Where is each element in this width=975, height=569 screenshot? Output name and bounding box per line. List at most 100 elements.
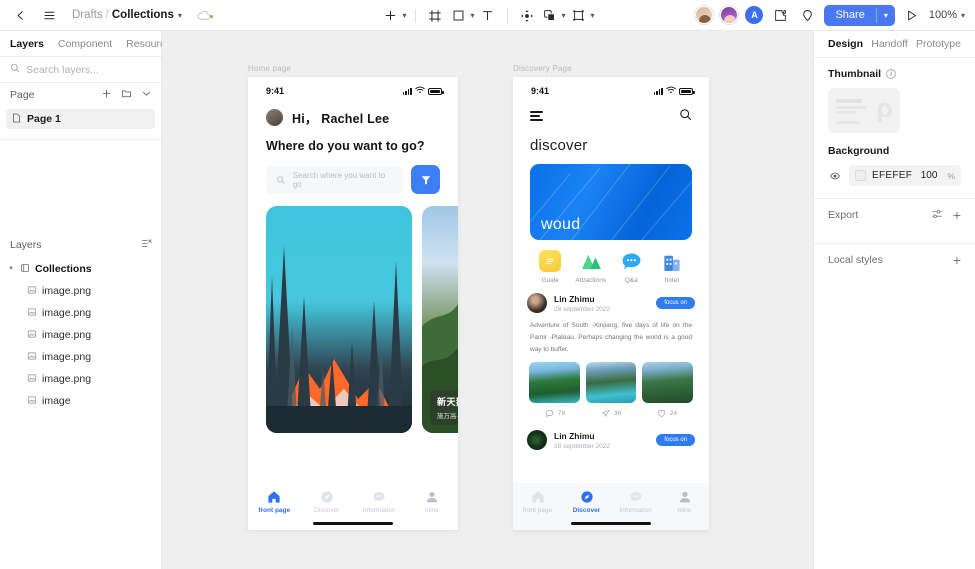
hamburger-menu-icon[interactable]: [530, 111, 543, 121]
breadcrumb-collection[interactable]: Collections: [112, 9, 174, 21]
tab-front-page[interactable]: front page: [248, 489, 301, 514]
frame-label-discovery[interactable]: Discovery Page: [513, 64, 572, 73]
hamburger-menu-icon[interactable]: [39, 5, 59, 25]
info-icon[interactable]: i: [886, 69, 897, 79]
opacity-value[interactable]: 100: [921, 170, 938, 181]
tab-mine[interactable]: mine: [660, 489, 709, 514]
layer-row[interactable]: image: [0, 390, 161, 412]
color-swatch[interactable]: [855, 170, 866, 181]
layer-row[interactable]: image.png: [0, 280, 161, 302]
plus-icon[interactable]: +: [953, 253, 961, 267]
avatar[interactable]: [527, 430, 547, 451]
layers-options-icon[interactable]: [141, 238, 152, 252]
background-color-field[interactable]: EFEFEF 100 %: [849, 165, 961, 186]
design-canvas[interactable]: Home page Discovery Page 9:41 Hi， Rachel…: [162, 31, 813, 569]
category-row: Guide Attractions Q&a hotel: [513, 240, 709, 284]
tab-mine[interactable]: mine: [406, 489, 459, 514]
shape-tool[interactable]: ▾: [448, 6, 475, 26]
frame-tool[interactable]: [425, 6, 445, 26]
layer-row[interactable]: ▼ Collections: [0, 258, 161, 280]
tab-layers[interactable]: Layers: [10, 38, 44, 50]
share-button[interactable]: Share ▾: [824, 4, 895, 26]
layer-row[interactable]: image.png: [0, 346, 161, 368]
tab-handoff[interactable]: Handoff: [871, 38, 908, 50]
tab-information[interactable]: Information: [611, 489, 660, 514]
layer-row[interactable]: image.png: [0, 324, 161, 346]
add-page-icon[interactable]: [101, 88, 112, 102]
chevron-down-icon[interactable]: ▾: [591, 11, 595, 20]
tab-component[interactable]: Component: [58, 38, 112, 50]
page-icon: [12, 113, 21, 126]
chevron-left-icon[interactable]: [10, 5, 30, 25]
stat-value: 36: [613, 410, 622, 418]
layer-row[interactable]: image.png: [0, 368, 161, 390]
search-input[interactable]: Search where you want to go: [266, 165, 403, 194]
background-label: Background: [828, 145, 890, 157]
destination-card-castle[interactable]: 新天鹅堡 施万高·德国: [422, 206, 458, 433]
hero-banner[interactable]: woud: [530, 164, 692, 240]
chevron-down-icon[interactable]: ▾: [562, 11, 566, 20]
collapse-pages-icon[interactable]: [141, 88, 152, 102]
stat-comments[interactable]: 78: [527, 409, 583, 418]
avatar[interactable]: A: [745, 6, 764, 24]
puzzle-piece-icon[interactable]: [770, 5, 790, 25]
text-tool[interactable]: [478, 6, 498, 26]
layer-row[interactable]: image.png: [0, 302, 161, 324]
category-qa[interactable]: Q&a: [611, 250, 652, 284]
add-tool[interactable]: ▾: [380, 6, 406, 26]
chevron-down-icon[interactable]: ▾: [178, 11, 182, 20]
bottom-tabbar: front page Discover Information mine: [248, 483, 458, 530]
tab-design[interactable]: Design: [828, 38, 863, 50]
post-image[interactable]: [585, 362, 637, 404]
eye-icon[interactable]: [828, 170, 842, 182]
frame-label-home[interactable]: Home page: [248, 64, 291, 73]
sliders-icon[interactable]: [931, 208, 943, 223]
thumbnail-preview[interactable]: ρ: [828, 88, 900, 133]
chevron-down-icon[interactable]: ▾: [961, 11, 965, 20]
tab-discover[interactable]: Discover: [562, 489, 611, 514]
category-attractions[interactable]: Attractions: [571, 250, 612, 284]
category-hotel[interactable]: hotel: [652, 250, 693, 284]
new-folder-icon[interactable]: [121, 88, 132, 102]
search-icon[interactable]: [679, 108, 692, 124]
avatar[interactable]: [720, 6, 739, 24]
move-tool[interactable]: [517, 6, 537, 26]
chat-icon: [372, 489, 387, 504]
comment-pin-icon[interactable]: [797, 5, 817, 25]
avatar[interactable]: [527, 293, 547, 313]
plus-icon[interactable]: +: [953, 208, 961, 222]
play-present-icon[interactable]: [902, 5, 922, 25]
search-input[interactable]: [26, 63, 136, 76]
destination-card-mountain[interactable]: [266, 206, 412, 433]
follow-button[interactable]: focus on: [656, 297, 695, 309]
post-image[interactable]: [529, 362, 580, 404]
frame-home-page[interactable]: 9:41 Hi， Rachel Lee Where do you want to…: [248, 77, 458, 530]
component-tool[interactable]: ▾: [540, 6, 566, 26]
tab-information[interactable]: Information: [353, 489, 406, 514]
tab-front-page[interactable]: front page: [513, 489, 562, 514]
stat-shares[interactable]: 36: [583, 409, 639, 418]
breadcrumb-drafts[interactable]: Drafts: [72, 9, 103, 21]
follow-button[interactable]: focus on: [656, 434, 695, 447]
avatar[interactable]: [695, 6, 714, 24]
filter-button[interactable]: [411, 165, 440, 194]
left-sidebar-tabs: Layers Component Resource: [0, 31, 171, 57]
tab-discover[interactable]: Discover: [301, 489, 354, 514]
chevron-down-icon[interactable]: ▾: [470, 11, 474, 20]
chat-icon: [628, 489, 643, 504]
tab-prototype[interactable]: Prototype: [916, 38, 961, 50]
post-stats: 78 36 24: [527, 409, 695, 418]
page-list-item[interactable]: Page 1: [6, 109, 155, 129]
slice-tool[interactable]: ▾: [569, 6, 595, 26]
stat-likes[interactable]: 24: [639, 409, 695, 418]
stat-value: 78: [557, 410, 566, 418]
category-guide[interactable]: Guide: [530, 250, 571, 284]
chevron-down-icon[interactable]: ▾: [402, 11, 406, 20]
chevron-down-icon[interactable]: ▾: [877, 5, 895, 26]
avatar[interactable]: [266, 109, 283, 126]
post-image[interactable]: [642, 362, 694, 404]
expand-triangle-icon[interactable]: ▼: [8, 266, 15, 272]
color-hex-value[interactable]: EFEFEF: [872, 170, 912, 181]
frame-discovery-page[interactable]: 9:41 discover woud Guide Attractions Q&a…: [513, 77, 709, 530]
zoom-control[interactable]: 100% ▾: [929, 9, 965, 21]
